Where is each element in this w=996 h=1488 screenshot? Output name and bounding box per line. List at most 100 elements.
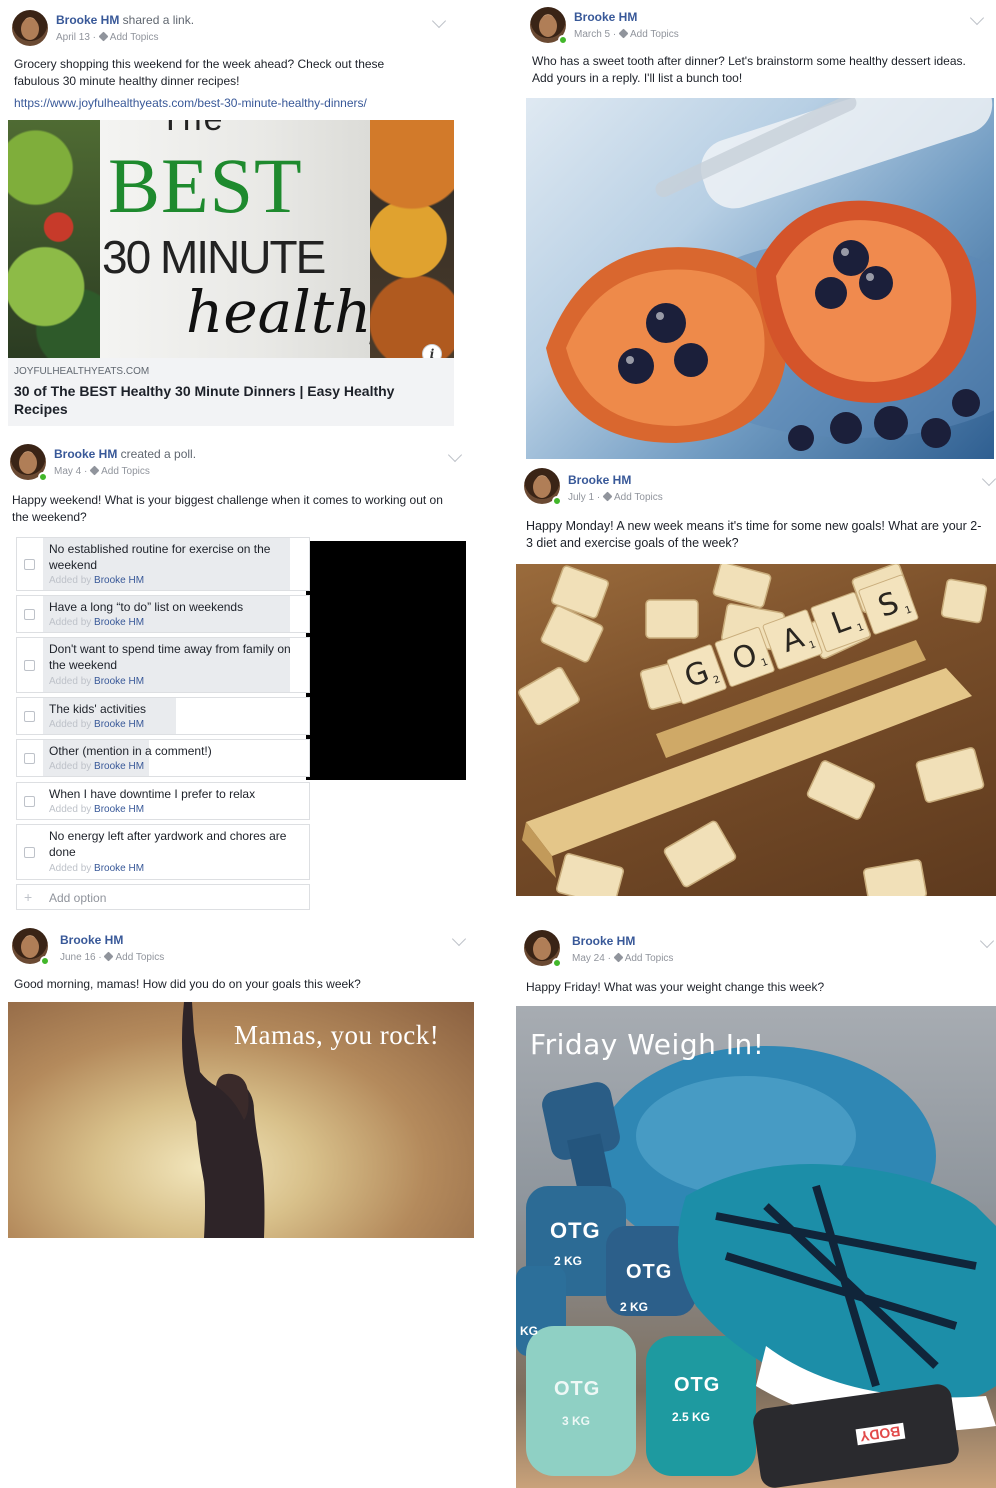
dumbbell-brand-label: OTG [550,1218,601,1243]
poll-option-added-by: Added by Brooke HM [49,863,144,874]
author-name-link[interactable]: Brooke HM [54,447,117,461]
poll-option[interactable]: No energy left after yardwork and chores… [16,824,310,880]
add-topics-link[interactable]: Add Topics [101,466,150,477]
poll-option-added-by: Added by Brooke HM [49,575,144,586]
author-name-link[interactable]: Brooke HM [60,933,123,947]
poll-option-added-by: Added by Brooke HM [49,676,144,687]
add-topics-link[interactable]: Add Topics [614,492,663,503]
post-text: Happy Friday! What was your weight chang… [526,980,825,994]
added-by-prefix: Added by [49,761,95,772]
weigh-in-photo[interactable]: Friday Weigh In! OTG 2 KG OTG 2 KG KG OT… [516,1006,996,1488]
info-icon[interactable]: i [422,344,442,358]
mamas-photo[interactable]: Mamas, you rock! [8,1002,474,1238]
author-avatar[interactable] [12,10,48,46]
added-by-author-link[interactable]: Brooke HM [94,761,144,772]
added-by-author-link[interactable]: Brooke HM [94,676,144,687]
chevron-down-icon[interactable] [447,447,463,463]
poll-checkbox[interactable] [24,847,35,858]
poll-option[interactable]: Other (mention in a comment!) Added by B… [16,739,310,777]
post-date[interactable]: May 4 [54,466,81,477]
add-topics-link[interactable]: Add Topics [625,953,674,964]
poll-checkbox[interactable] [24,753,35,764]
poll-option[interactable]: Don't want to spend time away from famil… [16,637,310,693]
dumbbell-brand-label: OTG [674,1374,721,1396]
poll-option-added-by: Added by Brooke HM [49,761,144,772]
post-weigh-in: Brooke HM May 24 · Add Topics Happy Frid… [516,930,996,1488]
image-caption-text: Mamas, you rock! [234,1020,440,1050]
post-date[interactable]: June 16 [60,952,96,963]
chevron-down-icon[interactable] [969,10,985,26]
post-date[interactable]: April 13 [56,32,90,43]
added-by-author-link[interactable]: Brooke HM [94,575,144,586]
poll-option-label: The kids' activities [49,702,146,716]
tag-icon [98,31,109,42]
online-status-dot [552,958,562,968]
poll-option-label: No established routine for exercise on t… [49,542,271,572]
dumbbell-brand-label: OTG [554,1378,601,1400]
poll-option[interactable]: No established routine for exercise on t… [16,537,310,591]
poll-option[interactable]: When I have downtime I prefer to relax A… [16,782,310,820]
post-byline: Brooke HM [60,933,123,947]
added-by-author-link[interactable]: Brooke HM [94,863,144,874]
poll-checkbox[interactable] [24,609,35,620]
link-preview-image[interactable]: The BEST 30 MINUTE healthy i [8,120,454,358]
added-by-prefix: Added by [49,719,95,730]
tag-icon [104,951,114,962]
post-text: Who has a sweet tooth after dinner? Let'… [532,54,966,85]
poll-checkbox[interactable] [24,660,35,671]
author-name-link[interactable]: Brooke HM [572,934,635,948]
post-url-link[interactable]: https://www.joyfulhealthyeats.com/best-3… [8,92,373,110]
chevron-down-icon[interactable] [451,931,467,947]
add-topics-link[interactable]: Add Topics [110,32,159,43]
poll-checkbox[interactable] [24,711,35,722]
poll-checkbox[interactable] [24,559,35,570]
image-title-text: Friday Weigh In! [530,1028,765,1061]
add-option-placeholder: Add option [49,891,107,905]
add-option-input[interactable]: + Add option [16,884,310,910]
chevron-down-icon[interactable] [979,933,995,949]
added-by-author-link[interactable]: Brooke HM [94,719,144,730]
link-preview-caption[interactable]: JOYFULHEALTHYEATS.COM 30 of The BEST Hea… [8,358,454,426]
dumbbell-weight-label: KG [520,1324,538,1338]
goals-scrabble-photo[interactable]: G2 O1 A1 L1 S1 [516,564,996,896]
chevron-down-icon[interactable] [981,471,996,487]
link-title[interactable]: 30 of The BEST Healthy 30 Minute Dinners… [14,382,434,418]
dumbbell-brand-label: OTG [626,1261,673,1283]
post-text: Good morning, mamas! How did you do on y… [14,977,361,991]
poll-option-label: Don't want to spend time away from famil… [49,642,291,672]
poll-option[interactable]: The kids' activities Added by Brooke HM [16,697,310,735]
author-name-link[interactable]: Brooke HM [574,10,637,24]
post-header: Brooke HM created a poll. May 4 · Add To… [6,444,466,488]
dumbbell-weight-label: 2 KG [554,1254,583,1268]
post-header: Brooke HM June 16 · Add Topics [8,928,474,972]
post-date[interactable]: March 5 [574,29,610,40]
poll-checkbox[interactable] [24,796,35,807]
plus-icon: + [24,889,33,905]
dumbbell-weight-label: 2.5 KG [672,1410,711,1424]
added-by-author-link[interactable]: Brooke HM [94,617,144,628]
author-name-link[interactable]: Brooke HM [56,13,119,27]
post-action-text: created a poll. [117,447,197,461]
poll-option-added-by: Added by Brooke HM [49,719,144,730]
post-meta: March 5 · Add Topics [574,28,679,40]
tag-icon [613,952,624,963]
post-action-text: shared a link. [119,13,195,27]
author-name-link[interactable]: Brooke HM [568,473,631,487]
added-by-prefix: Added by [49,617,95,628]
post-dessert: Brooke HM March 5 · Add Topics Who has a… [526,7,994,459]
post-date[interactable]: July 1 [568,492,594,503]
post-date[interactable]: May 24 [572,953,605,964]
post-goals: Brooke HM July 1 · Add Topics Happy Mond… [516,468,996,896]
post-meta: May 4 · Add Topics [54,465,150,477]
online-status-dot [552,496,562,506]
added-by-author-link[interactable]: Brooke HM [94,804,144,815]
tag-icon [89,465,100,476]
add-topics-link[interactable]: Add Topics [115,952,164,963]
dessert-photo[interactable] [526,98,994,459]
poll-option[interactable]: Have a long “to do” list on weekends Add… [16,595,310,633]
add-topics-link[interactable]: Add Topics [630,29,679,40]
tag-icon [618,28,629,39]
post-byline: Brooke HM [572,934,635,948]
chevron-down-icon[interactable] [431,13,447,29]
post-byline: Brooke HM [568,473,631,487]
